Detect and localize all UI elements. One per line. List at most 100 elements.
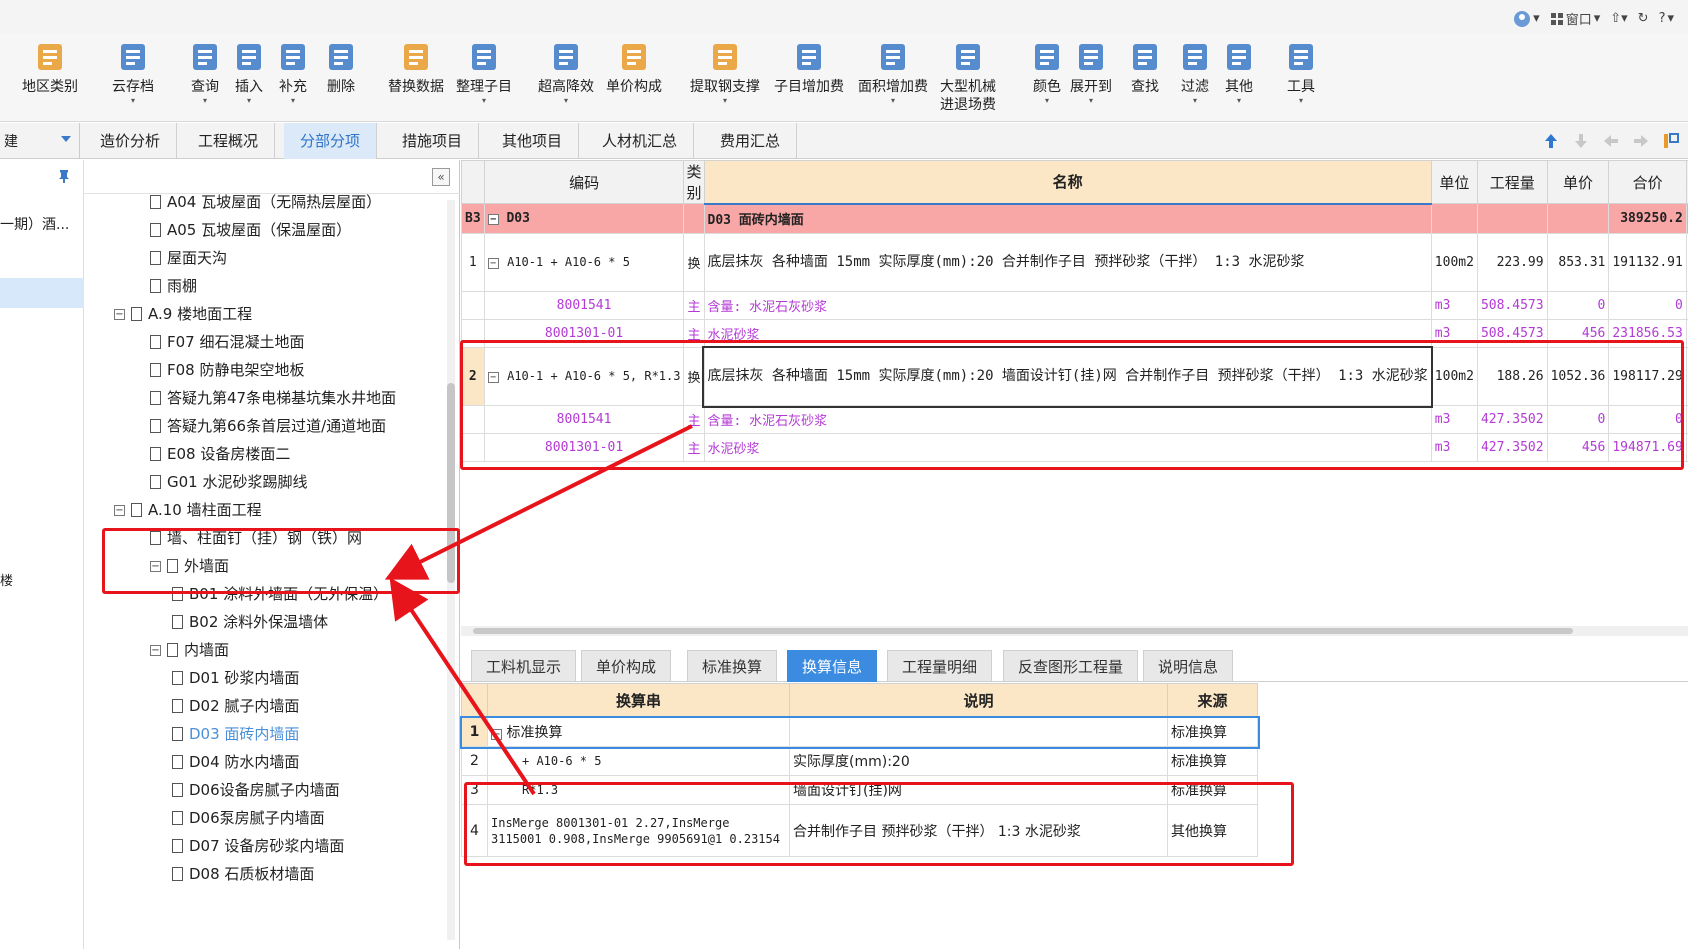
tree-node[interactable]: 雨棚 xyxy=(150,273,197,299)
tree-node[interactable]: 答疑九第47条电梯基坑集水井地面 xyxy=(150,385,396,411)
tree-node[interactable]: − 外墙面 xyxy=(150,553,229,579)
tree-node[interactable]: D02 腻子内墙面 xyxy=(172,693,299,719)
window-menu[interactable]: 窗口 ▾ xyxy=(1550,9,1600,28)
detail-tab-5[interactable]: 反查图形工程量 xyxy=(1003,650,1139,682)
conversion-header-2[interactable]: 来源 xyxy=(1167,683,1258,718)
cell-source[interactable]: 其他换算 xyxy=(1167,804,1258,857)
conversion-header-0[interactable]: 换算串 xyxy=(487,683,790,718)
ribbon-button-4[interactable]: 补充 ▾ xyxy=(276,40,310,106)
conversion-row[interactable]: 2 + A10-6 * 5 实际厚度(mm):20 标准换算 xyxy=(461,746,1258,776)
row-index[interactable] xyxy=(461,291,485,320)
collapse-toggle-icon[interactable]: − xyxy=(150,560,161,572)
cell-name[interactable]: D03 面砖内墙面 xyxy=(703,203,1432,234)
cell-source[interactable]: 标准换算 xyxy=(1167,746,1258,776)
cell-price[interactable]: 456 xyxy=(1546,433,1610,462)
cell-total[interactable]: 191132.91 xyxy=(1608,233,1687,292)
collapse-toggle-icon[interactable]: − xyxy=(487,214,499,225)
tree-node[interactable]: D08 石质板材墙面 xyxy=(172,861,314,887)
move-down-icon[interactable] xyxy=(1572,132,1590,150)
cell-price[interactable]: 1052.36 xyxy=(1546,347,1610,406)
row-index[interactable]: 2 xyxy=(461,347,485,406)
cell-code[interactable]: − D03 xyxy=(483,203,685,234)
cell-qty[interactable]: 427.3502 xyxy=(1476,405,1548,434)
cell-conversion-string[interactable]: R*1.3 xyxy=(487,775,790,805)
cell-unit[interactable]: m3 xyxy=(1430,405,1478,434)
cell-name[interactable]: 水泥砂浆 xyxy=(703,433,1432,462)
chevron-down-icon[interactable]: ▾ xyxy=(1222,96,1256,106)
row-index[interactable] xyxy=(461,319,485,348)
tree-node[interactable]: A05 瓦坡屋面（保温屋面） xyxy=(150,217,351,243)
tab-3[interactable]: 措施项目 xyxy=(386,123,480,159)
chevron-down-icon[interactable]: ▾ xyxy=(456,96,512,106)
tree-scroll-thumb[interactable] xyxy=(447,383,455,583)
cell-name[interactable]: 含量: 水泥石灰砂浆 xyxy=(703,405,1432,434)
cell-description[interactable] xyxy=(789,717,1168,747)
cell-name[interactable]: 水泥砂浆 xyxy=(703,319,1432,348)
cell-qty[interactable]: 223.99 xyxy=(1476,233,1548,292)
collapse-panel-button[interactable]: « xyxy=(432,168,450,186)
chevron-down-icon[interactable]: ▾ xyxy=(690,96,760,106)
detail-tab-4[interactable]: 工程量明细 xyxy=(887,650,993,682)
cell-unit[interactable]: 100m2 xyxy=(1430,347,1478,406)
ribbon-button-1[interactable]: 云存档 ▾ xyxy=(112,40,154,106)
group-row[interactable]: B3− D03D03 面砖内墙面389250.2815978.42[建筑工程] xyxy=(461,203,1688,234)
detail-tab-1[interactable]: 单价构成 xyxy=(581,650,672,682)
detail-tab-3[interactable]: 换算信息 xyxy=(787,650,878,682)
cell-price[interactable]: 456 xyxy=(1546,319,1610,348)
cell-price[interactable] xyxy=(1546,203,1610,234)
grid-header-5[interactable]: 单价 xyxy=(1546,160,1610,204)
tree-node[interactable]: E08 设备房楼面二 xyxy=(150,441,290,467)
resource-row[interactable]: 8001541 主含量: 水泥石灰砂浆 m3 508.4573 0 0 xyxy=(461,291,1688,320)
settings-icon[interactable] xyxy=(1662,132,1680,150)
chevron-down-icon[interactable]: ▾ xyxy=(276,96,310,106)
tree-node[interactable]: 墙、柱面钉（挂）钢（铁）网 xyxy=(150,525,362,551)
cell-qty[interactable]: 508.4573 xyxy=(1476,319,1548,348)
chevron-down-icon[interactable]: ▾ xyxy=(538,96,594,106)
ribbon-button-9[interactable]: 单价构成 xyxy=(606,40,662,96)
ribbon-button-14[interactable]: 颜色 ▾ xyxy=(1030,40,1064,106)
cell-conversion-string[interactable]: − 标准换算 xyxy=(487,717,790,747)
upload-icon[interactable]: ⇧▾ xyxy=(1610,9,1627,28)
grid-header-3[interactable]: 单位 xyxy=(1430,160,1478,204)
cell-description[interactable]: 合并制作子目 预拌砂浆（干拌） 1:3 水泥砂浆 xyxy=(789,804,1168,857)
ribbon-button-12[interactable]: 面积增加费 ▾ xyxy=(858,40,928,106)
conversion-row[interactable]: 3 R*1.3 墙面设计钉(挂)网 标准换算 xyxy=(461,775,1258,805)
tree-node[interactable]: D06设备房腻子内墙面 xyxy=(172,777,340,803)
project-nav-selected[interactable] xyxy=(0,278,84,308)
pin-icon[interactable] xyxy=(56,168,72,184)
row-index[interactable]: B3 xyxy=(461,203,485,234)
ribbon-button-10[interactable]: 提取钢支撑 ▾ xyxy=(690,40,760,106)
collapse-toggle-icon[interactable]: − xyxy=(114,504,125,516)
tab-6[interactable]: 费用汇总 xyxy=(704,123,798,159)
cell-code[interactable]: 8001541 xyxy=(483,405,685,434)
cell-price[interactable]: 0 xyxy=(1546,405,1610,434)
chevron-down-icon[interactable]: ▾ xyxy=(232,96,266,106)
item-row[interactable]: 2− A10-1 + A10-6 * 5, R*1.3 换底层抹灰 各种墙面 15… xyxy=(461,345,1688,408)
cell-description[interactable]: 实际厚度(mm):20 xyxy=(789,746,1168,776)
detail-tab-0[interactable]: 工料机显示 xyxy=(471,650,577,682)
tree-scrollbar[interactable] xyxy=(447,200,455,940)
ribbon-button-3[interactable]: 插入 ▾ xyxy=(232,40,266,106)
cell-total[interactable]: 0 xyxy=(1608,405,1687,434)
cell-type[interactable]: 主 xyxy=(683,291,705,320)
tree-node[interactable]: B01 涂料外墙面（无外保温） xyxy=(172,581,388,607)
item-row[interactable]: 1− A10-1 + A10-6 * 5 换底层抹灰 各种墙面 15mm 实际厚度… xyxy=(461,233,1688,292)
move-up-icon[interactable] xyxy=(1542,132,1560,150)
cell-description[interactable]: 墙面设计钉(挂)网 xyxy=(789,775,1168,805)
cell-price[interactable]: 853.31 xyxy=(1546,233,1610,292)
tree-node[interactable]: D06泵房腻子内墙面 xyxy=(172,805,325,831)
cell-type[interactable]: 主 xyxy=(683,319,705,348)
conversion-header-1[interactable]: 说明 xyxy=(789,683,1168,718)
detail-tab-6[interactable]: 说明信息 xyxy=(1143,650,1234,682)
ribbon-button-19[interactable]: 工具 ▾ xyxy=(1284,40,1318,106)
ribbon-button-17[interactable]: 过滤 ▾ xyxy=(1178,40,1212,106)
cell-code[interactable]: 8001541 xyxy=(483,291,685,320)
ribbon-button-5[interactable]: 删除 xyxy=(324,40,358,96)
cell-unit[interactable]: m3 xyxy=(1430,433,1478,462)
collapse-toggle-icon[interactable]: − xyxy=(487,258,499,269)
tree-node[interactable]: D01 砂浆内墙面 xyxy=(172,665,299,691)
tree-node[interactable]: 屋面天沟 xyxy=(150,245,227,271)
cell-qty[interactable] xyxy=(1476,203,1548,234)
tab-5[interactable]: 人材机汇总 xyxy=(586,123,695,159)
detail-tab-2[interactable]: 标准换算 xyxy=(687,650,778,682)
